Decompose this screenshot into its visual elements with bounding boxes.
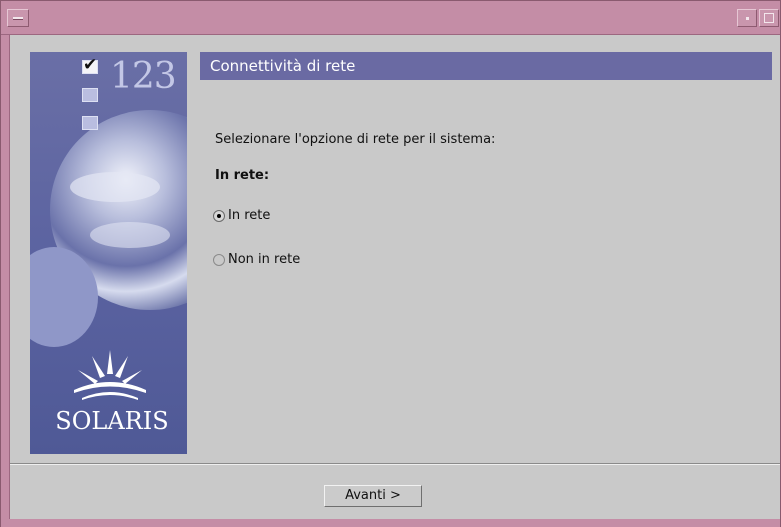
page-header-bar: Connettività di rete — [200, 52, 772, 80]
instruction-text: Selezionare l'opzione di rete per il sis… — [215, 132, 496, 147]
title-bar[interactable] — [1, 1, 780, 35]
earth-cloud — [70, 172, 160, 202]
checkmark-icon: ✔ — [83, 55, 98, 75]
checkbox-icon: ✔ — [82, 55, 98, 75]
minimize-icon[interactable] — [737, 9, 757, 27]
maximize-icon[interactable] — [759, 9, 779, 27]
window-frame-bottom — [1, 519, 780, 527]
window-frame-left — [1, 35, 10, 527]
radio-button-selected[interactable] — [213, 209, 225, 222]
footer-divider — [10, 463, 780, 465]
checkbox-icon — [82, 116, 98, 130]
next-button[interactable]: Avanti > — [324, 485, 422, 507]
solaris-wordmark: SOLARIS — [55, 407, 169, 435]
solaris-sun-logo-icon — [74, 350, 146, 400]
radio-networked-label: In rete — [228, 208, 271, 223]
radio-networked[interactable]: In rete — [213, 208, 270, 223]
page-title: Connettività di rete — [210, 57, 356, 75]
radio-button[interactable] — [213, 253, 225, 266]
checkbox-icon — [82, 88, 98, 102]
radio-not-networked-label: Non in rete — [228, 252, 301, 267]
radio-not-networked[interactable]: Non in rete — [213, 252, 300, 267]
steps-number: 123 — [110, 56, 177, 97]
window-menu-icon[interactable] — [7, 9, 29, 27]
network-group-label: In rete: — [215, 168, 270, 183]
installer-window: ✔ 123 SOLARIS Connettività di rete Selez… — [0, 0, 781, 527]
earth-cloud — [90, 222, 170, 248]
dialog-content: ✔ 123 SOLARIS Connettività di rete Selez… — [10, 36, 780, 519]
side-panel-graphic: ✔ 123 SOLARIS — [30, 52, 187, 454]
